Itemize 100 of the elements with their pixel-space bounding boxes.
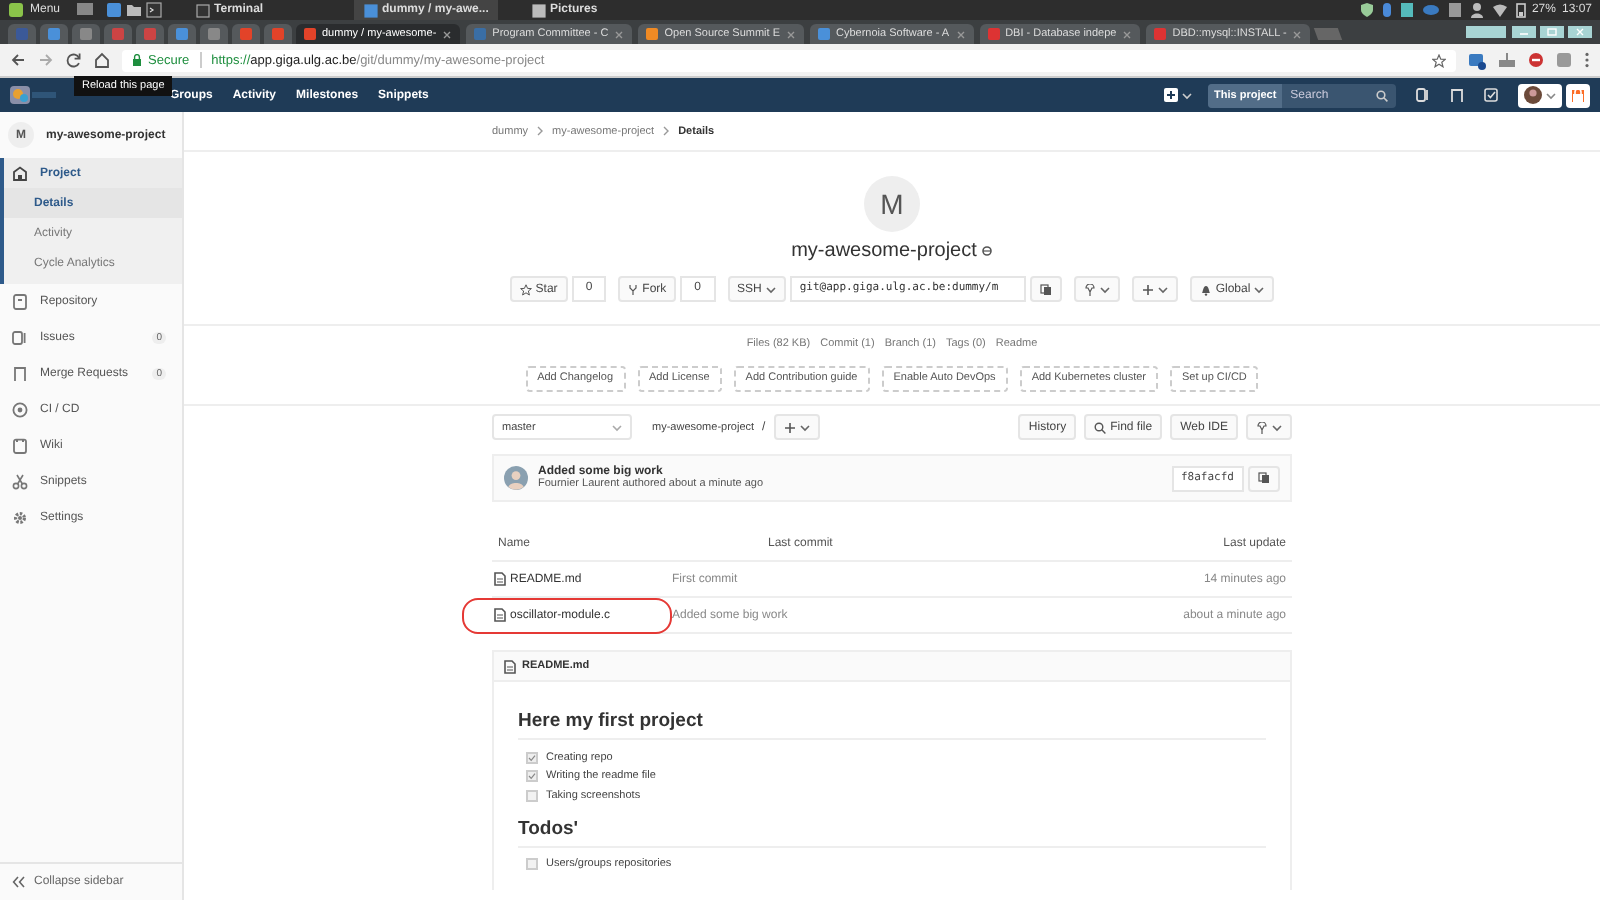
issues-icon: [12, 330, 28, 346]
settings-icon: [12, 510, 28, 526]
checkbox[interactable]: [526, 858, 538, 871]
user-menu[interactable]: [1518, 83, 1562, 107]
add-dropdown[interactable]: [773, 414, 820, 440]
favicon-icon: [144, 28, 156, 40]
signal-icon[interactable]: [1491, 3, 1508, 17]
more-icon[interactable]: [1584, 52, 1590, 68]
checkbox[interactable]: [526, 751, 538, 764]
favicon-icon: [474, 28, 487, 40]
favicon-icon: [208, 28, 220, 40]
favicon-icon: [16, 28, 28, 40]
new-dropdown[interactable]: [1164, 88, 1192, 102]
bluetooth-icon[interactable]: [1381, 2, 1392, 18]
checkbox[interactable]: [526, 789, 538, 802]
globe-icon: [982, 246, 993, 256]
battery-icon[interactable]: [1515, 2, 1526, 18]
user-icon[interactable]: [1469, 2, 1484, 18]
file-icon: [504, 659, 516, 673]
bell-icon: [1199, 283, 1212, 295]
caret-icon: [1272, 423, 1282, 431]
window-icon: [532, 3, 547, 17]
close-icon[interactable]: [442, 29, 453, 39]
browser-icon[interactable]: [106, 2, 123, 18]
close-icon[interactable]: [955, 29, 966, 39]
pinned-tab[interactable]: [72, 24, 100, 44]
close-icon[interactable]: [786, 29, 797, 39]
window-icon: [364, 3, 379, 17]
favicon-icon: [1154, 28, 1167, 40]
close-icon[interactable]: [1292, 29, 1303, 39]
close-icon[interactable]: [614, 29, 625, 39]
download-dropdown[interactable]: [1246, 414, 1292, 440]
search-icon: [1094, 421, 1107, 433]
copy-icon: [1258, 472, 1270, 484]
add-dropdown[interactable]: [1131, 276, 1178, 302]
favicon-icon: [272, 28, 284, 40]
shield-icon[interactable]: [1359, 2, 1374, 18]
favicon-icon: [304, 28, 316, 40]
logo-drawing[interactable]: [10, 82, 58, 108]
caret-icon: [799, 423, 810, 431]
copy-button[interactable]: [1248, 465, 1280, 491]
avatar-icon: [1524, 86, 1542, 104]
home-icon[interactable]: [94, 52, 110, 68]
caret-icon: [1546, 91, 1556, 99]
download-dropdown[interactable]: [1073, 276, 1120, 302]
readme-heading: Here my first project: [518, 710, 1266, 740]
issues-icon[interactable]: [1416, 88, 1430, 102]
pinned-tab[interactable]: [200, 24, 228, 44]
extension-icon[interactable]: [1468, 51, 1486, 69]
pinned-tab[interactable]: [168, 24, 196, 44]
avatar-icon: [504, 466, 528, 490]
document-icon: [12, 294, 28, 310]
plus-square-icon: [1164, 88, 1178, 102]
pinned-tab[interactable]: [264, 24, 292, 44]
chevron-icon: [536, 126, 545, 136]
project-title: my-awesome-project: [791, 240, 977, 262]
plus-icon: [783, 421, 796, 433]
search-icon: [1376, 89, 1388, 101]
file-icon: [494, 608, 506, 622]
file-icon: [494, 572, 506, 586]
checkbox[interactable]: [526, 770, 538, 783]
caret-icon: [1157, 285, 1168, 293]
check-icon: [528, 772, 536, 781]
terminal-icon[interactable]: [146, 2, 163, 18]
caret-icon: [1254, 285, 1265, 293]
lock-icon: [1572, 88, 1584, 102]
home-icon: [12, 165, 28, 181]
caret-icon: [765, 285, 776, 293]
caret-icon: [1099, 285, 1110, 293]
pinned-tab[interactable]: [40, 24, 68, 44]
favicon-icon: [80, 28, 92, 40]
merge-request-icon[interactable]: [1450, 88, 1464, 102]
favicon-icon: [646, 28, 659, 40]
back-icon[interactable]: [10, 52, 26, 68]
chevron-icon: [662, 126, 671, 136]
star-icon: [519, 283, 532, 295]
favicon-icon: [48, 28, 60, 40]
lock-icon: [132, 54, 142, 66]
extension-icon[interactable]: [1528, 52, 1544, 68]
plus-icon: [1141, 283, 1154, 295]
copy-icon: [1039, 283, 1052, 295]
merge-request-icon: [12, 366, 28, 382]
fork-icon: [628, 283, 639, 295]
bookmark-star-icon[interactable]: [1432, 53, 1446, 67]
favicon-icon: [112, 28, 124, 40]
pinned-tab[interactable]: [232, 24, 260, 44]
scissors-icon: [12, 474, 28, 490]
todo-icon[interactable]: [1484, 88, 1498, 102]
check-icon: [528, 753, 536, 762]
favicon-icon: [176, 28, 188, 40]
favicon-icon: [818, 28, 831, 40]
favicon-icon: [240, 28, 252, 40]
reload-icon[interactable]: [66, 52, 82, 68]
copy-button[interactable]: [1029, 276, 1062, 302]
double-chevron-icon: [12, 876, 26, 888]
favicon-icon: [987, 28, 1000, 40]
close-icon[interactable]: [1122, 29, 1133, 39]
menu-icon[interactable]: [8, 2, 24, 18]
readme-heading: Todos': [518, 817, 1266, 847]
help-button[interactable]: [1566, 83, 1590, 107]
